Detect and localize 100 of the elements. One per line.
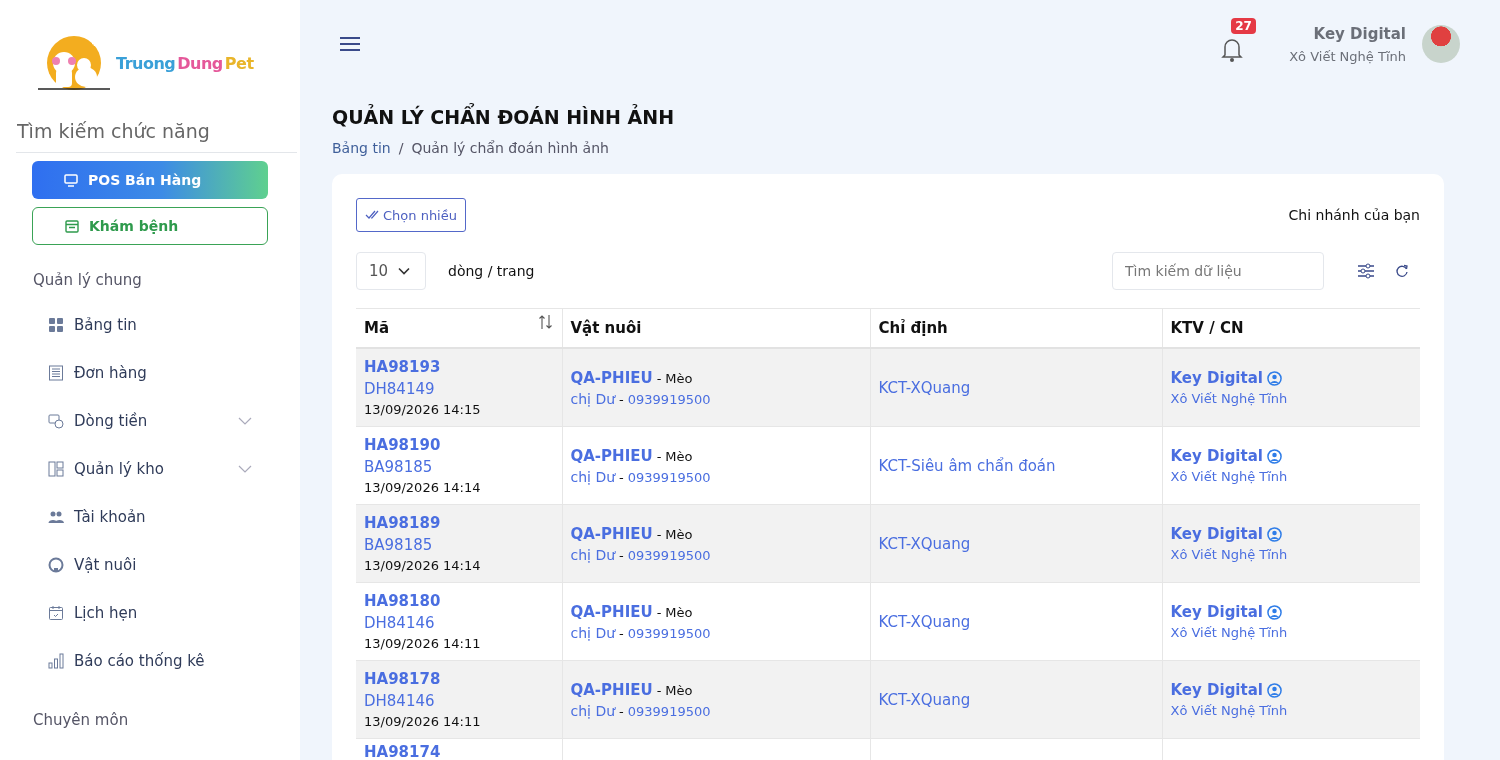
separator-text: - (619, 391, 624, 407)
owner-link[interactable]: chị Dư (570, 624, 616, 641)
layout-icon (48, 461, 64, 477)
separator-text: - (619, 703, 624, 719)
owner-link[interactable]: chị Dư (570, 468, 616, 485)
page-size-select[interactable]: 10 (356, 252, 426, 290)
sort-icon[interactable] (537, 313, 554, 331)
owner-link[interactable]: chị Dư (570, 390, 616, 407)
separator-text: - (619, 625, 624, 641)
record-code-link[interactable]: HA98180 (364, 592, 554, 610)
logo-text: Truong (116, 53, 176, 73)
reference-link[interactable]: DH84146 (364, 614, 554, 632)
technician-branch: Xô Viết Nghệ Tĩnh (1170, 469, 1289, 484)
document-icon (48, 365, 64, 381)
window-icon (65, 219, 79, 233)
service-link[interactable]: KCT-Siêu âm chẩn đoán (878, 457, 1056, 475)
user-circle-icon (1266, 370, 1282, 386)
double-check-icon (365, 210, 379, 220)
record-code-link[interactable]: HA98193 (364, 358, 554, 376)
refresh-icon (1395, 264, 1409, 278)
technician-branch: Xô Viết Nghệ Tĩnh (1170, 703, 1289, 718)
pet-link[interactable]: QA-PHIEU (570, 680, 653, 699)
separator-text: - (619, 547, 624, 563)
technician-link[interactable]: Key Digital (1170, 525, 1263, 543)
user-name: Key Digital (1313, 24, 1406, 43)
owner-phone[interactable]: 0939919500 (627, 625, 711, 641)
chevron-down-icon (238, 417, 252, 425)
technician-link[interactable]: Key Digital (1170, 603, 1263, 621)
pet-species: Mèo (665, 526, 693, 542)
pet-species: Mèo (665, 682, 693, 698)
pos-button[interactable]: POS Bán Hàng (32, 161, 268, 199)
exam-button[interactable]: Khám bệnh (32, 207, 268, 245)
reference-link[interactable]: BA98185 (364, 458, 554, 476)
logo-text: Pet (224, 53, 254, 73)
service-link[interactable]: KCT-XQuang (878, 379, 971, 397)
service-link[interactable]: KCT-XQuang (878, 691, 971, 709)
service-link[interactable]: KCT-XQuang (878, 535, 971, 553)
owner-link[interactable]: chị Dư (570, 702, 616, 719)
service-link[interactable]: KCT-XQuang (878, 613, 971, 631)
sidebar-item[interactable]: Báo cáo thống kê (0, 637, 300, 685)
pet-link[interactable]: QA-PHIEU (570, 368, 653, 387)
user-circle-icon (1266, 526, 1282, 542)
sidebar-section-title: Quản lý chung (32, 270, 143, 289)
owner-phone[interactable]: 0939919500 (627, 547, 711, 563)
user-circle-icon (1266, 604, 1282, 620)
record-code-link[interactable]: HA98174 (364, 743, 554, 760)
reference-link[interactable]: BA98185 (364, 536, 554, 554)
user-circle-icon (1266, 682, 1282, 698)
sidebar-item[interactable]: Tài khoản (0, 493, 300, 541)
technician-link[interactable]: Key Digital (1170, 369, 1263, 387)
technician-link[interactable]: Key Digital (1170, 681, 1263, 699)
owner-phone[interactable]: 0939919500 (627, 469, 711, 485)
reference-link[interactable]: DH84149 (364, 380, 554, 398)
record-code-link[interactable]: HA98189 (364, 514, 554, 532)
technician-branch: Xô Viết Nghệ Tĩnh (1170, 391, 1289, 406)
separator-text: - (619, 469, 624, 485)
record-time: 13/09/2026 14:14 (364, 558, 482, 573)
breadcrumb-separator: / (398, 140, 404, 156)
avatar[interactable] (1422, 25, 1460, 63)
pet-species: Mèo (665, 604, 693, 620)
owner-link[interactable]: chị Dư (570, 546, 616, 563)
sidebar-item[interactable]: Dòng tiền (0, 397, 300, 445)
monitor-icon (64, 173, 78, 187)
sidebar-item[interactable]: Vật nuôi (0, 541, 300, 589)
pet-link[interactable]: QA-PHIEU (570, 602, 653, 621)
separator-text: - (656, 526, 662, 542)
record-time: 13/09/2026 14:14 (364, 480, 482, 495)
circle-icon (48, 557, 64, 573)
branch-label: Chi nhánh của bạn (1288, 207, 1420, 223)
owner-phone[interactable]: 0939919500 (627, 703, 711, 719)
bar-chart-icon (48, 653, 64, 669)
record-time: 13/09/2026 14:15 (364, 402, 482, 417)
breadcrumb-link[interactable]: Bảng tin (332, 140, 391, 156)
sidebar-item[interactable]: Quản lý kho (0, 445, 300, 493)
data-search-field[interactable]: Tìm kiếm dữ liệu (1112, 252, 1324, 290)
calendar-icon (48, 605, 64, 621)
technician-link[interactable]: Key Digital (1170, 447, 1263, 465)
multi-select-button[interactable]: Chọn nhiều (356, 198, 466, 232)
bell-icon[interactable] (1221, 39, 1244, 63)
sidebar-item[interactable]: Lịch hẹn (0, 589, 300, 637)
user-branch: Xô Viết Nghệ Tĩnh (1289, 48, 1406, 64)
separator-text: - (656, 604, 662, 620)
page-size-label: dòng / trang (448, 263, 535, 279)
pet-link[interactable]: QA-PHIEU (570, 524, 653, 543)
record-code-link[interactable]: HA98190 (364, 436, 554, 454)
breadcrumb-current: Quản lý chẩn đoán hình ảnh (411, 140, 609, 156)
pet-species: Mèo (665, 448, 693, 464)
record-code-link[interactable]: HA98178 (364, 670, 554, 688)
reference-link[interactable]: DH84146 (364, 692, 554, 710)
chevron-down-icon (238, 465, 252, 473)
record-time: 13/09/2026 14:11 (364, 714, 482, 729)
separator-text: - (656, 370, 662, 386)
pet-link[interactable]: QA-PHIEU (570, 446, 653, 465)
sidebar-item[interactable]: Đơn hàng (0, 349, 300, 397)
owner-phone[interactable]: 0939919500 (627, 391, 711, 407)
chevron-down-icon (398, 267, 411, 275)
sidebar-item[interactable]: Bảng tin (0, 301, 300, 349)
record-time: 13/09/2026 14:11 (364, 636, 482, 651)
user-circle-icon (1266, 448, 1282, 464)
pet-species: Mèo (665, 370, 693, 386)
